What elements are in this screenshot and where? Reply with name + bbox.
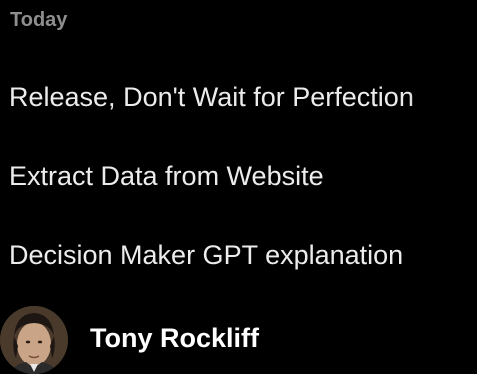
user-name: Tony Rockliff: [90, 323, 260, 353]
avatar-photo-icon: [0, 306, 68, 374]
history-item[interactable]: Release, Don't Wait for Perfection: [0, 73, 477, 121]
history-item-label: Release, Don't Wait for Perfection: [9, 82, 414, 112]
text-fade-overlay: [407, 231, 477, 279]
text-fade-overlay: [407, 73, 477, 121]
section-header-today: Today: [10, 9, 68, 31]
history-item-label: Decision Maker GPT explanation: [9, 240, 404, 270]
user-profile-button[interactable]: Tony Rockliff: [0, 303, 477, 374]
chat-history-sidebar: Today Release, Don't Wait for Perfection…: [0, 0, 477, 374]
history-item-label: Extract Data from Website: [9, 161, 324, 191]
history-item[interactable]: Extract Data from Website: [0, 152, 477, 200]
history-item[interactable]: Decision Maker GPT explanation: [0, 231, 477, 279]
user-avatar: [0, 306, 68, 374]
